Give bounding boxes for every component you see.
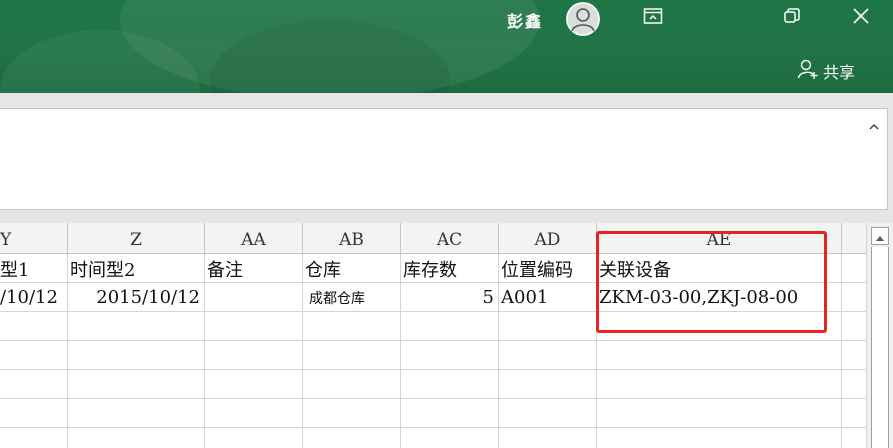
empty-cell[interactable] (597, 399, 842, 428)
cell-ae-header[interactable]: 关联设备 (597, 254, 842, 283)
cell-y-header[interactable]: 型1 (0, 254, 68, 283)
empty-cell[interactable] (597, 341, 842, 370)
empty-cell[interactable] (68, 341, 205, 370)
empty-cell[interactable] (0, 399, 68, 428)
empty-cell[interactable] (401, 428, 499, 448)
column-header-ab[interactable]: AB (303, 223, 401, 253)
empty-cell[interactable] (499, 428, 597, 448)
scroll-up-button[interactable] (871, 227, 889, 245)
ribbon-panel (0, 108, 888, 210)
empty-cell[interactable] (0, 312, 68, 341)
account-user-name[interactable]: 彭鑫 (507, 8, 543, 32)
empty-cell[interactable] (401, 341, 499, 370)
empty-cell[interactable] (0, 428, 68, 448)
table-row (0, 312, 866, 341)
empty-cell[interactable] (597, 370, 842, 399)
empty-cell[interactable] (205, 399, 303, 428)
cell-ad-data[interactable]: A001 (499, 283, 597, 312)
column-header-aa[interactable]: AA (205, 223, 303, 253)
scroll-track[interactable] (871, 247, 889, 448)
empty-cell[interactable] (499, 341, 597, 370)
cell-z-header[interactable]: 时间型2 (68, 254, 205, 283)
empty-cell[interactable] (205, 428, 303, 448)
empty-cell[interactable] (303, 341, 401, 370)
column-header-row: Y Z AA AB AC AD AE (0, 223, 866, 254)
empty-cell[interactable] (401, 370, 499, 399)
cell-ac-data[interactable]: 5 (401, 283, 499, 312)
column-header-ac[interactable]: AC (401, 223, 499, 253)
restore-window-button[interactable] (769, 2, 815, 34)
triangle-up-icon (875, 227, 885, 246)
table-row (0, 428, 866, 448)
ribbon-display-options-icon (643, 7, 663, 29)
close-window-button[interactable] (838, 2, 884, 34)
cell-ab-header[interactable]: 仓库 (303, 254, 401, 283)
ribbon-display-options-button[interactable] (630, 2, 676, 34)
empty-cell[interactable] (68, 370, 205, 399)
cell-z-data[interactable]: 2015/10/12 (68, 283, 205, 312)
share-button[interactable]: 共享 (797, 58, 855, 84)
excel-window: 彭鑫 共享 Y Z AA AB AC AD AE 型1 时间型2 备注 仓库 库… (0, 0, 893, 448)
column-header-ad[interactable]: AD (499, 223, 597, 253)
empty-cell[interactable] (401, 399, 499, 428)
column-header-ae[interactable]: AE (597, 223, 842, 253)
cell-ae-data[interactable]: ZKM-03-00,ZKJ-08-00 (597, 283, 842, 312)
empty-cell[interactable] (401, 312, 499, 341)
column-header-y[interactable]: Y (0, 223, 68, 253)
table-row (0, 399, 866, 428)
cell-ad-header[interactable]: 位置编码 (499, 254, 597, 283)
avatar-person-icon[interactable] (566, 2, 600, 36)
cell-ab-data[interactable]: 成都仓库 (303, 283, 401, 312)
empty-cell[interactable] (303, 312, 401, 341)
share-label: 共享 (823, 63, 856, 82)
table-row (0, 341, 866, 370)
table-row: /10/12 2015/10/12 成都仓库 5 A001 ZKM-03-00,… (0, 283, 866, 312)
chevron-up-icon (868, 117, 880, 136)
empty-cell[interactable] (68, 428, 205, 448)
cell-y-data[interactable]: /10/12 (0, 283, 68, 312)
table-row: 型1 时间型2 备注 仓库 库存数 位置编码 关联设备 (0, 254, 866, 283)
cell-aa-header[interactable]: 备注 (205, 254, 303, 283)
table-row (0, 370, 866, 399)
empty-cell[interactable] (597, 312, 842, 341)
empty-cell[interactable] (597, 428, 842, 448)
empty-cell[interactable] (68, 312, 205, 341)
empty-cell[interactable] (303, 370, 401, 399)
empty-cell[interactable] (205, 312, 303, 341)
vertical-scrollbar[interactable] (866, 223, 893, 448)
cell-ac-header[interactable]: 库存数 (401, 254, 499, 283)
empty-cell[interactable] (0, 341, 68, 370)
ribbon-area (0, 93, 893, 223)
empty-cell[interactable] (499, 312, 597, 341)
empty-cell[interactable] (499, 370, 597, 399)
column-header-z[interactable]: Z (68, 223, 205, 253)
empty-cell[interactable] (205, 370, 303, 399)
title-bar: 彭鑫 共享 (0, 0, 893, 93)
share-person-plus-icon (797, 58, 819, 84)
empty-cell[interactable] (68, 399, 205, 428)
empty-cell[interactable] (0, 370, 68, 399)
empty-cell[interactable] (303, 428, 401, 448)
empty-cell[interactable] (499, 399, 597, 428)
cell-aa-data[interactable] (205, 283, 303, 312)
collapse-ribbon-button[interactable] (866, 118, 882, 134)
empty-cell[interactable] (205, 341, 303, 370)
restore-window-icon (783, 7, 801, 29)
close-icon (852, 7, 870, 29)
worksheet-grid[interactable]: Y Z AA AB AC AD AE 型1 时间型2 备注 仓库 库存数 位置编… (0, 223, 866, 448)
empty-cell[interactable] (303, 399, 401, 428)
